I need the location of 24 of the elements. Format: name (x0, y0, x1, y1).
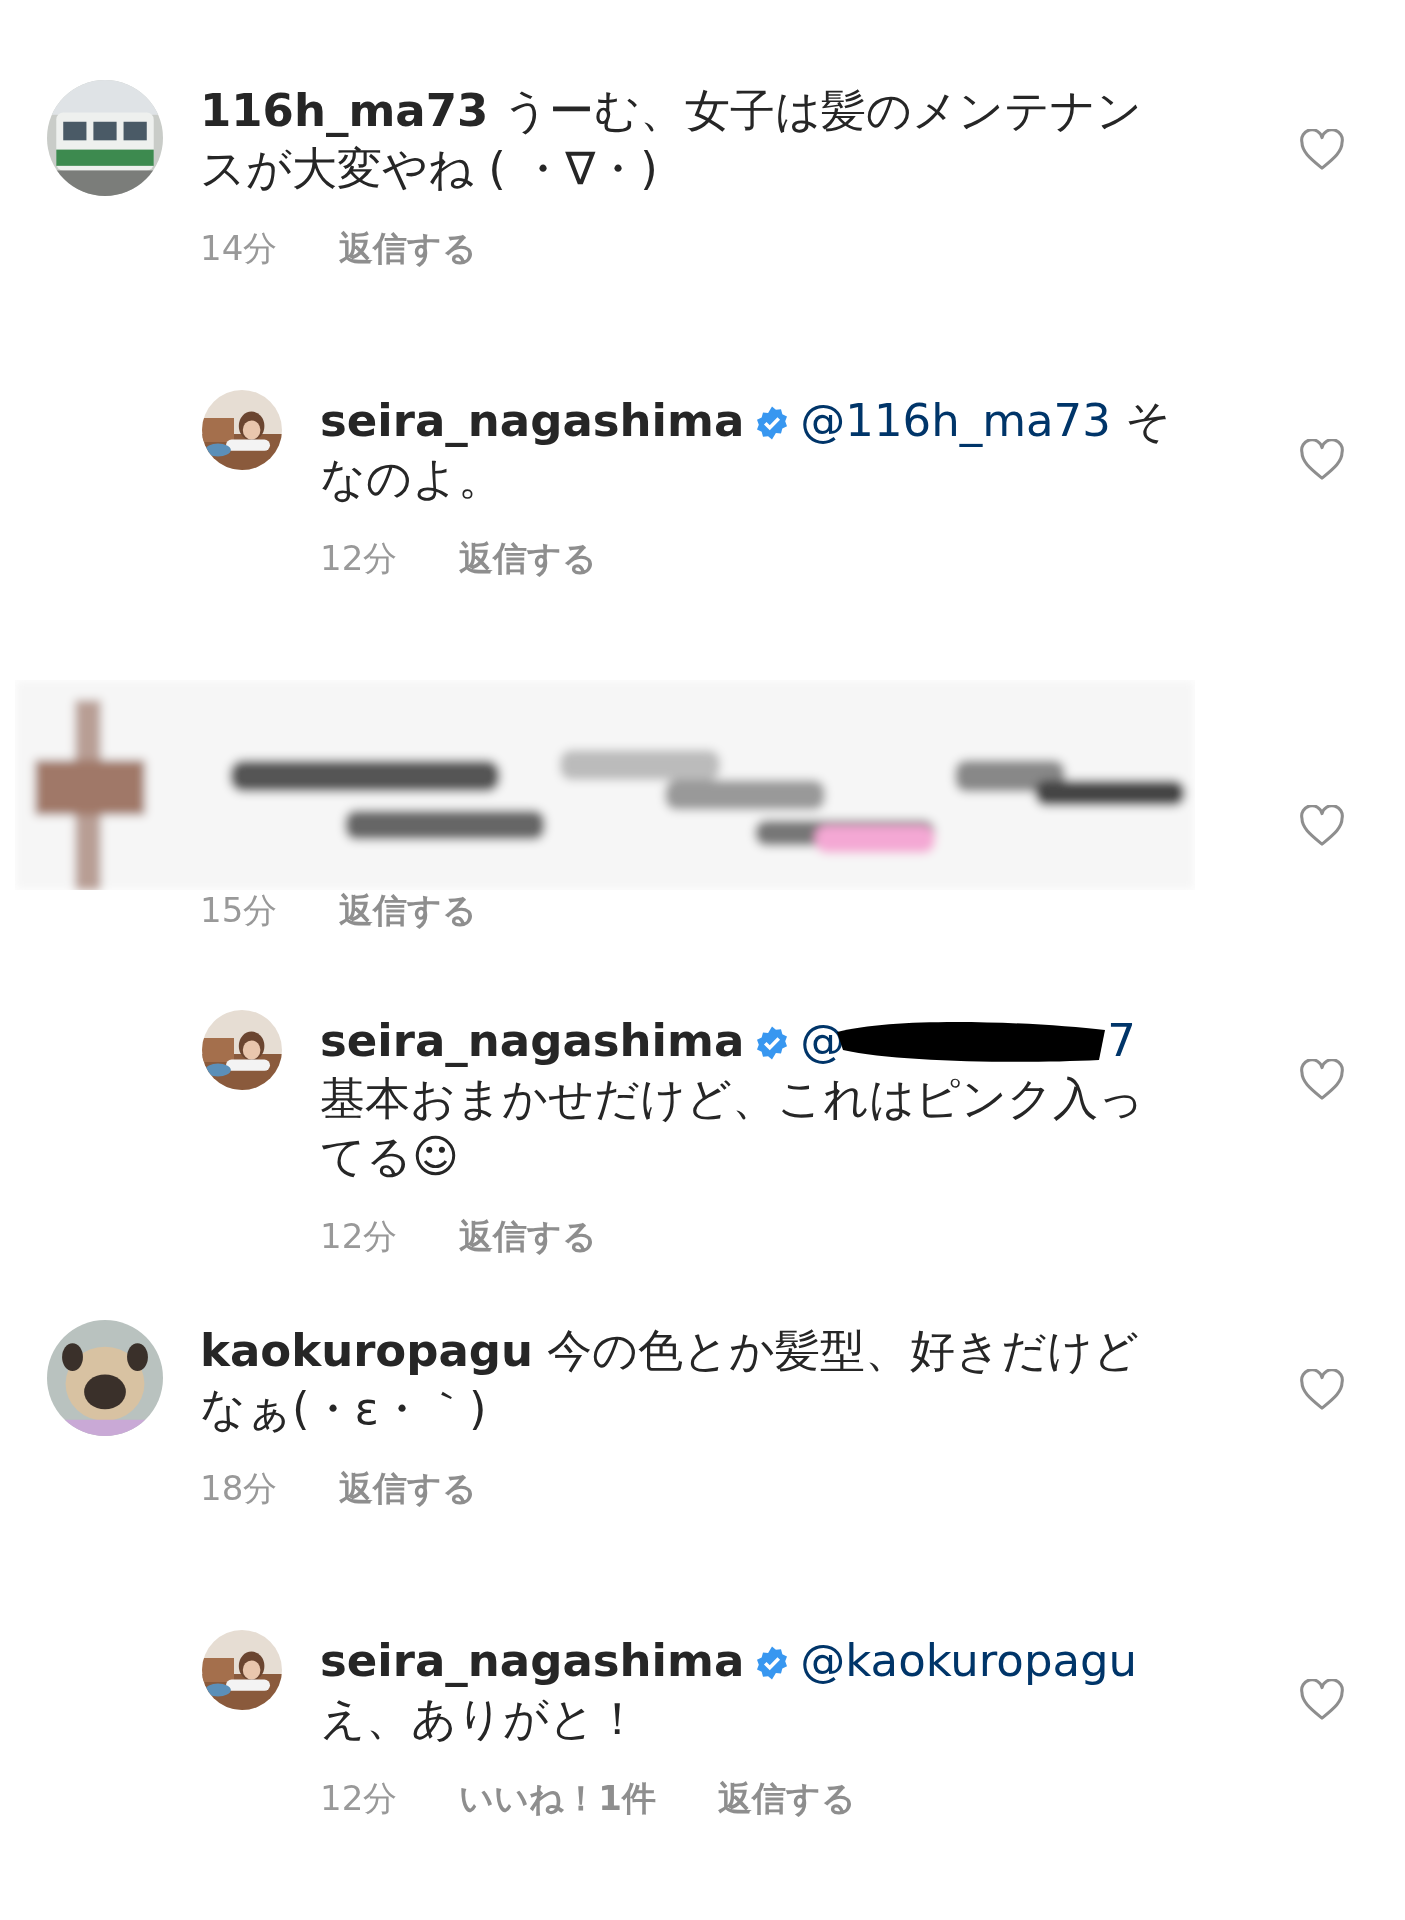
comment-time: 12分 (320, 1777, 398, 1820)
comment-text: kaokuropagu 今の色とか髪型、好きだけどなぁ(・ε・｀) (200, 1323, 1141, 1437)
reply-link[interactable]: 返信する (339, 1466, 478, 1512)
comment-time: 14分 (200, 227, 278, 270)
comment-time: 12分 (320, 537, 398, 580)
heart-icon[interactable] (1299, 439, 1345, 481)
comment-text: seira_nagashima @ 7 基本おまかせだけど、これはピンク入ってる☺ (320, 1013, 1145, 1185)
reply-link[interactable]: 返信する (459, 1214, 598, 1260)
heart-icon[interactable] (1299, 1369, 1345, 1411)
reply-link[interactable]: 返信する (339, 888, 478, 934)
heart-icon[interactable] (1299, 129, 1345, 171)
likes-link[interactable]: いいね！1件 (459, 1776, 656, 1822)
heart-icon[interactable] (1299, 805, 1345, 847)
comment-text: 116h_ma73 うーむ、女子は髪のメンテナンスが大変やね ( ・∇・) (200, 83, 1143, 197)
comment-time: 15分 (200, 889, 278, 932)
reply-link[interactable]: 返信する (459, 536, 598, 582)
reply-link[interactable]: 返信する (717, 1776, 856, 1822)
comment-time: 12分 (320, 1215, 398, 1258)
reply-link[interactable]: 返信する (339, 226, 478, 272)
comment-text: seira_nagashima @116h_ma73 そなのよ。 (320, 393, 1173, 507)
heart-icon[interactable] (1299, 1059, 1345, 1101)
heart-icon[interactable] (1299, 1679, 1345, 1721)
comment-text: seira_nagashima @kaokuropagu え、ありがと！ (320, 1633, 1139, 1747)
comment-time: 18分 (200, 1467, 278, 1510)
